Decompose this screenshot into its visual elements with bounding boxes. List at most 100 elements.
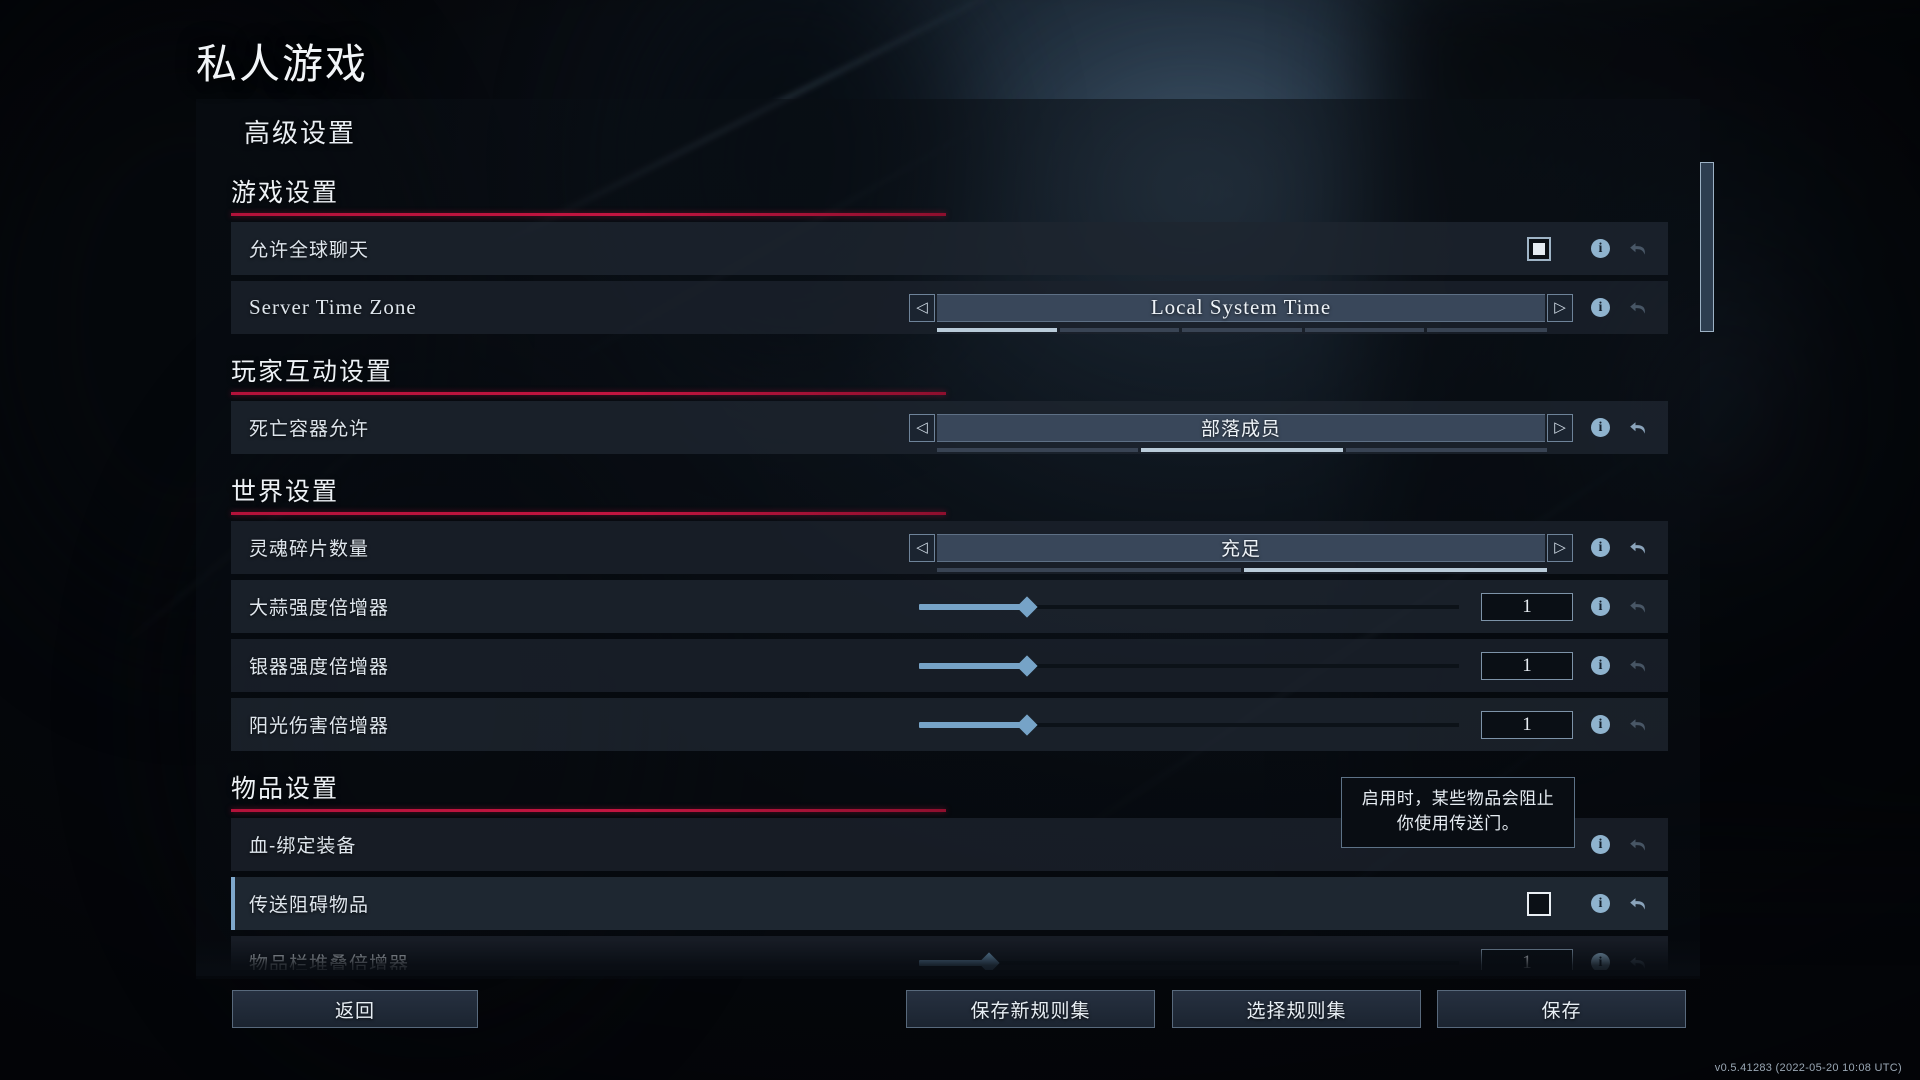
settings-row-label: 阳光伤害倍增器 <box>249 716 390 737</box>
page-subtitle: 高级设置 <box>244 118 357 148</box>
tooltip-line-1: 启用时，某些物品会阻止 <box>1361 789 1555 808</box>
chevron-right-icon[interactable]: ▷ <box>1547 293 1573 322</box>
save-button[interactable]: 保存 <box>1437 990 1686 1028</box>
settings-row-controls: 1i <box>919 580 1668 633</box>
settings-row[interactable]: 物品栏堆叠倍增器 1 i <box>231 936 1668 970</box>
dropdown-value: 部落成员 <box>1200 419 1281 440</box>
settings-row-controls: 1i <box>919 639 1668 692</box>
dropdown-step-segment <box>937 447 1139 452</box>
dropdown-selector[interactable]: ◁ 充足 ▷ <box>909 533 1573 572</box>
slider-fill <box>919 662 1027 669</box>
settings-row[interactable]: Server Time Zone ◁ Local System Time ▷ i <box>231 281 1668 334</box>
revert-arrow-icon[interactable] <box>1626 712 1652 738</box>
chevron-right-icon[interactable]: ▷ <box>1547 533 1573 562</box>
info-icon[interactable]: i <box>1591 715 1610 734</box>
info-icon[interactable]: i <box>1591 835 1610 854</box>
settings-row-controls: i <box>1527 877 1668 930</box>
revert-arrow-icon[interactable] <box>1626 415 1652 441</box>
section-header-game-settings: 游戏设置 <box>231 173 946 216</box>
numeric-value-input[interactable]: 1 <box>1481 651 1573 680</box>
chevron-left-icon[interactable]: ◁ <box>909 533 935 562</box>
section-title: 玩家互动设置 <box>231 358 394 386</box>
dropdown-selector[interactable]: ◁ 部落成员 ▷ <box>909 413 1573 452</box>
chevron-right-icon[interactable]: ▷ <box>1547 413 1573 442</box>
info-icon[interactable]: i <box>1591 656 1610 675</box>
dropdown-step-segment <box>1059 327 1180 332</box>
info-icon[interactable]: i <box>1591 418 1610 437</box>
info-icon[interactable]: i <box>1591 953 1610 970</box>
chevron-left-icon[interactable]: ◁ <box>909 413 935 442</box>
scrollbar-thumb[interactable] <box>1700 162 1714 332</box>
revert-arrow-icon[interactable] <box>1626 535 1652 561</box>
settings-row[interactable]: 大蒜强度倍增器 1 i <box>231 580 1668 633</box>
settings-row[interactable]: 死亡容器允许 ◁ 部落成员 ▷ i <box>231 401 1668 454</box>
settings-row[interactable]: 传送阻碍物品 i <box>231 877 1668 930</box>
info-icon[interactable]: i <box>1591 239 1610 258</box>
save-new-ruleset-button[interactable]: 保存新规则集 <box>906 990 1155 1028</box>
slider-handle[interactable] <box>978 951 1000 970</box>
checkbox-toggle[interactable] <box>1527 891 1551 916</box>
settings-row-label: 传送阻碍物品 <box>249 895 370 916</box>
section-title: 世界设置 <box>231 478 340 506</box>
back-button[interactable]: 返回 <box>232 990 478 1028</box>
revert-arrow-icon[interactable] <box>1626 236 1652 262</box>
revert-arrow-icon[interactable] <box>1626 594 1652 620</box>
numeric-value: 1 <box>1522 951 1532 971</box>
dropdown-step-indicator <box>937 447 1547 452</box>
dropdown-step-segment <box>1304 327 1425 332</box>
settings-row-controls: ◁ 充足 ▷ i <box>909 521 1668 574</box>
settings-row[interactable]: 允许全球聊天 i <box>231 222 1668 275</box>
settings-row[interactable]: 阳光伤害倍增器 1 i <box>231 698 1668 751</box>
settings-row[interactable]: 银器强度倍增器 1 i <box>231 639 1668 692</box>
bottom-action-bar: 返回 保存新规则集 选择规则集 保存 <box>0 990 1920 1050</box>
dropdown-value-box: 充足 <box>937 533 1545 562</box>
section-divider <box>231 213 946 216</box>
numeric-value: 1 <box>1522 654 1532 676</box>
dropdown-step-segment <box>1243 567 1547 572</box>
settings-row-controls: 1i <box>919 698 1668 751</box>
numeric-value-input[interactable]: 1 <box>1481 592 1573 621</box>
value-slider[interactable] <box>919 580 1459 633</box>
dropdown-value-box: 部落成员 <box>937 413 1545 442</box>
select-ruleset-button[interactable]: 选择规则集 <box>1172 990 1421 1028</box>
numeric-value-input[interactable]: 1 <box>1481 948 1573 971</box>
settings-row-controls: 1i <box>919 936 1668 970</box>
settings-row[interactable]: 灵魂碎片数量 ◁ 充足 ▷ i <box>231 521 1668 574</box>
section-header-world-settings: 世界设置 <box>231 472 946 515</box>
numeric-value-input[interactable]: 1 <box>1481 710 1573 739</box>
dropdown-step-segment <box>1427 327 1547 332</box>
section-divider <box>231 512 946 515</box>
revert-arrow-icon[interactable] <box>1626 653 1652 679</box>
revert-arrow-icon[interactable] <box>1626 891 1652 917</box>
revert-arrow-icon[interactable] <box>1626 950 1652 971</box>
info-icon[interactable]: i <box>1591 298 1610 317</box>
settings-row-label: 允许全球聊天 <box>249 240 370 261</box>
slider-handle[interactable] <box>1016 654 1038 677</box>
dropdown-selector[interactable]: ◁ Local System Time ▷ <box>909 293 1573 332</box>
info-icon[interactable]: i <box>1591 538 1610 557</box>
section-header-item-settings: 物品设置 <box>231 769 946 812</box>
value-slider[interactable] <box>919 698 1459 751</box>
checkbox-toggle[interactable] <box>1527 236 1551 261</box>
section-divider <box>231 392 946 395</box>
chevron-left-icon[interactable]: ◁ <box>909 293 935 322</box>
dropdown-step-segment <box>1141 447 1343 452</box>
revert-arrow-icon[interactable] <box>1626 295 1652 321</box>
info-icon[interactable]: i <box>1591 894 1610 913</box>
settings-row-label: 物品栏堆叠倍增器 <box>249 954 410 970</box>
slider-handle[interactable] <box>1016 713 1038 736</box>
dropdown-step-segment <box>1182 327 1302 332</box>
dropdown-value: 充足 <box>1220 539 1261 560</box>
settings-row-label: 银器强度倍增器 <box>249 657 390 678</box>
settings-row-controls: i <box>1527 222 1668 275</box>
dropdown-step-indicator <box>937 327 1547 332</box>
info-icon[interactable]: i <box>1591 597 1610 616</box>
slider-fill <box>919 603 1027 610</box>
revert-arrow-icon[interactable] <box>1626 832 1652 858</box>
section-title: 游戏设置 <box>231 179 340 207</box>
slider-handle[interactable] <box>1016 595 1038 618</box>
dropdown-step-indicator <box>937 567 1547 572</box>
section-title: 物品设置 <box>231 775 340 803</box>
value-slider[interactable] <box>919 639 1459 692</box>
value-slider[interactable] <box>919 936 1459 970</box>
